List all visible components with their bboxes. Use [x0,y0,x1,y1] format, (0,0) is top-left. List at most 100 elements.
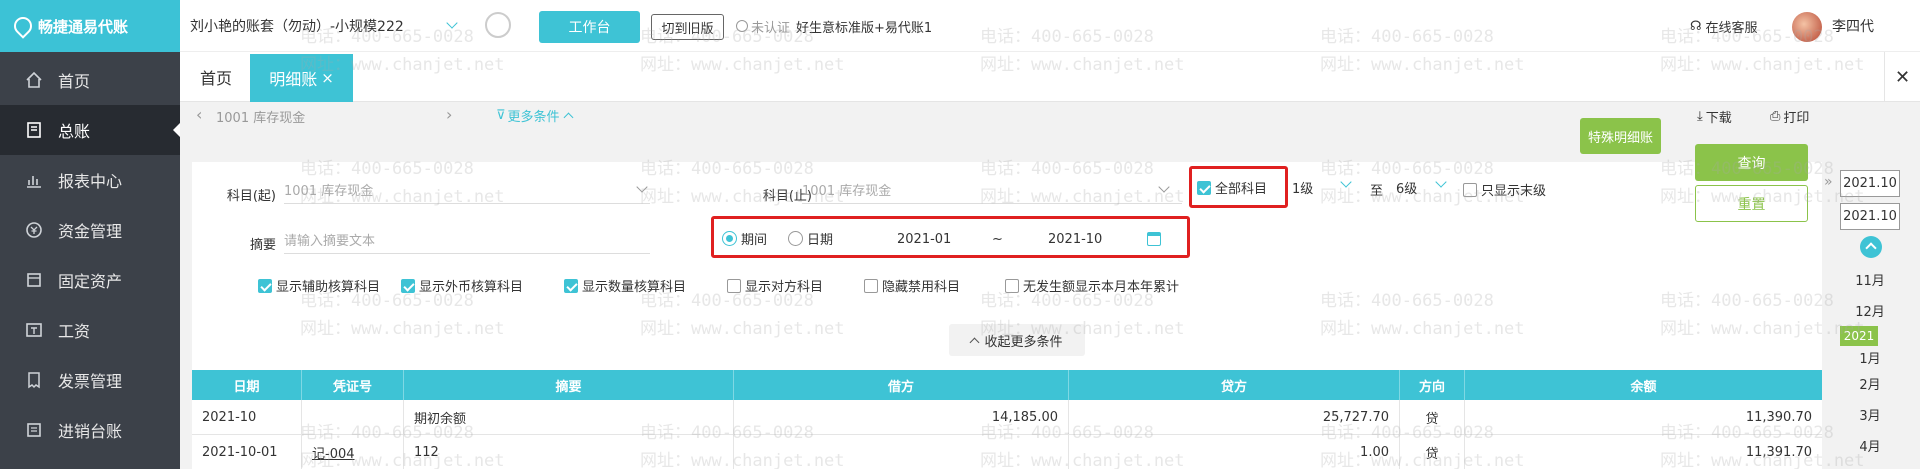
cell-summary: 112 [404,435,734,469]
col-balance[interactable]: 余额 [1465,370,1822,400]
special-detail-ledger-button[interactable]: 特殊明细账 [1580,118,1661,154]
option-show-foreign-currency[interactable]: 显示外币核算科目 [401,276,523,295]
prev-account-button[interactable]: ‹ [196,105,202,124]
sidebar-item-label: 固定资产 [58,272,123,291]
salary-icon [24,320,44,340]
switch-old-version-button[interactable]: 切到旧版 [651,14,724,40]
sidebar-item-salary[interactable]: 工资 [0,305,180,355]
checkbox-icon [727,278,741,293]
query-button[interactable]: 查询 [1695,144,1808,181]
app-logo[interactable]: 畅捷通易代账 [0,0,180,52]
option-show-cumulative[interactable]: 无发生额显示本月本年累计 [1005,276,1179,295]
cell-date: 2021-10-01 [192,435,302,469]
month-item[interactable]: 3月 [1840,399,1900,430]
table-row[interactable]: 2021-10-01 记-004 112 1.00 贷 11,391.70 [192,435,1822,469]
chevron-down-icon[interactable] [446,17,458,29]
avatar[interactable] [1792,12,1822,42]
month-item[interactable]: 12月 [1840,295,1900,326]
sidebar-item-fixed-assets[interactable]: 固定资产 [0,255,180,305]
download-icon: ⤓ [1697,109,1703,124]
support-label: 在线客服 [1705,20,1758,36]
uncertified-status[interactable]: 未认证 [736,0,790,52]
reset-button[interactable]: 重置 [1695,185,1808,222]
level-to-select[interactable]: 6级 [1396,174,1464,202]
subject-start-select[interactable]: 1001 库存现金 [284,176,650,204]
chart-icon [24,170,44,190]
date-radio[interactable]: 日期 [788,229,833,248]
col-summary[interactable]: 摘要 [404,370,734,400]
user-name[interactable]: 李四代 [1832,0,1874,52]
sidebar-item-invoice[interactable]: 发票管理 [0,355,180,405]
sidebar-item-funds[interactable]: 资金管理 [0,205,180,255]
checkbox-checked-icon [401,278,415,293]
option-show-quantity[interactable]: 显示数量核算科目 [564,276,686,295]
subject-end-select[interactable]: 1001 库存现金 [802,176,1182,204]
period-label: 期间 [741,233,768,248]
month-item[interactable]: 2月 [1840,368,1900,399]
period-end[interactable]: 2021-10 [1048,232,1102,247]
sidebar-item-label: 首页 [58,72,91,91]
summary-input[interactable]: 请输入摘要文本 [284,226,650,254]
scroll-up-icon[interactable] [1860,236,1882,258]
table-header: 日期 凭证号 摘要 借方 贷方 方向 余额 [192,370,1822,400]
tab-detail-ledger[interactable]: 明细账 × [250,54,353,102]
month-item[interactable]: 11月 [1840,264,1900,295]
month-item[interactable]: 4月 [1840,430,1900,461]
sidebar-item-label: 工资 [58,322,91,341]
col-direction[interactable]: 方向 [1400,370,1465,400]
invoice-icon [24,370,44,390]
cell-date: 2021-10 [192,400,302,435]
level-to-label: 至 [1370,184,1384,199]
option-hide-disabled[interactable]: 隐藏禁用科目 [864,276,960,295]
month-item[interactable]: 1月 [1840,346,1900,368]
tab-home[interactable]: 首页 [200,52,232,102]
tab-close-icon[interactable]: × [321,69,334,87]
only-last-label: 只显示末级 [1481,184,1547,199]
calendar-icon[interactable] [1147,232,1161,246]
option-show-aux-accounting[interactable]: 显示辅助核算科目 [258,276,380,295]
cell-credit: 1.00 [1069,435,1400,469]
next-account-button[interactable]: › [446,105,452,124]
sidebar-item-home[interactable]: 首页 [0,55,180,105]
expand-arrow-icon[interactable]: » [1824,174,1838,196]
account-info-icon[interactable] [485,12,511,38]
all-subjects-checkbox[interactable]: 全部科目 [1197,178,1267,197]
col-debit[interactable]: 借方 [734,370,1069,400]
logo-text: 畅捷通易代账 [38,17,129,36]
account-selector[interactable]: 刘小艳的账套（勿动）-小规模222 [190,0,404,52]
level-to-value: 6级 [1396,182,1418,197]
printer-icon: ⎙ [1770,109,1781,124]
print-button[interactable]: ⎙ 打印 [1770,107,1809,126]
option-label: 隐藏禁用科目 [882,280,961,295]
collapse-conditions-button[interactable]: 收起更多条件 [949,324,1085,356]
table-row[interactable]: 2021-10 期初余额 14,185.00 25,727.70 贷 11,39… [192,400,1822,435]
subject-end-label: 科目(止) [762,189,812,204]
account-name: 刘小艳的账套（勿动）-小规模222 [190,19,404,35]
current-account: 1001 库存现金 [216,111,306,126]
collapse-label: 收起更多条件 [984,334,1063,350]
period-start[interactable]: 2021-01 [897,232,951,247]
col-date[interactable]: 日期 [192,370,302,400]
sidebar-item-inventory-ledger[interactable]: 进销台账 [0,405,180,455]
period-picker-start[interactable]: 2021.10 [1840,170,1900,197]
online-support-link[interactable]: ☊ 在线客服 [1690,0,1758,52]
close-all-tabs-button[interactable]: ✕ [1884,52,1920,102]
period-picker-end[interactable]: 2021.10 [1840,203,1900,230]
cell-direction: 贷 [1400,435,1465,469]
logo-icon [10,13,36,39]
workbench-button[interactable]: 工作台 [539,11,640,43]
more-conditions-toggle[interactable]: ⊽ 更多条件 [496,106,573,125]
cell-voucher-link[interactable]: 记-004 [302,435,404,469]
sidebar-item-label: 总账 [58,122,91,141]
sidebar-item-ledger[interactable]: 总账 [0,105,180,155]
download-label: 下载 [1705,111,1732,126]
sidebar-item-reports[interactable]: 报表中心 [0,155,180,205]
option-show-counterpart[interactable]: 显示对方科目 [727,276,823,295]
download-button[interactable]: ⤓ 下载 [1697,107,1732,126]
only-last-level-checkbox[interactable]: 只显示末级 [1463,180,1546,199]
col-voucher[interactable]: 凭证号 [302,370,404,400]
period-radio[interactable]: 期间 [722,229,767,248]
level-from-select[interactable]: 1级 [1292,174,1360,202]
col-credit[interactable]: 贷方 [1069,370,1400,400]
print-label: 打印 [1783,111,1810,126]
